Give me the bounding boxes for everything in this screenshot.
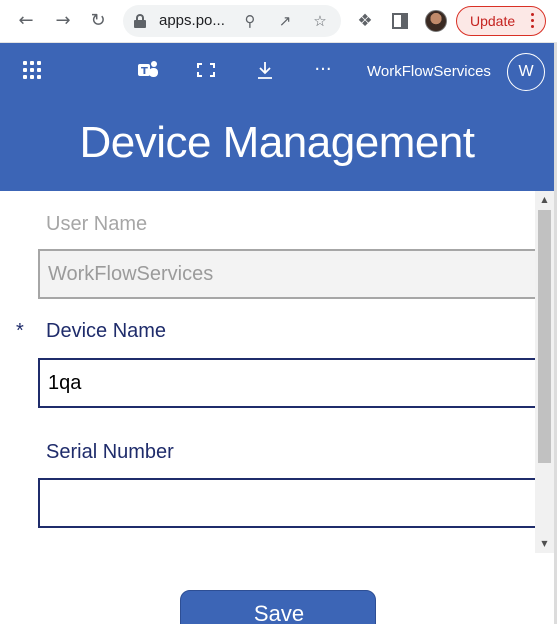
share-icon[interactable]: ↗	[274, 10, 296, 32]
device-name-label: Device Name	[46, 320, 167, 342]
app-header: T ··· WorkFlowServices W	[0, 43, 554, 100]
form-scrollbar[interactable]: ▲ ▼	[535, 191, 554, 553]
zoom-icon[interactable]: ⚲	[239, 10, 261, 32]
scroll-up-arrow-icon[interactable]: ▲	[535, 193, 554, 207]
user-avatar[interactable]: W	[507, 53, 545, 91]
forward-icon[interactable]: →	[51, 9, 75, 33]
serial-number-field[interactable]	[38, 478, 535, 528]
url-text[interactable]: apps.po...	[159, 12, 225, 29]
profile-avatar[interactable]	[425, 10, 447, 32]
scroll-thumb[interactable]	[538, 210, 551, 463]
side-panel-icon[interactable]	[388, 9, 412, 33]
extensions-puzzle-icon[interactable]: ❖	[353, 9, 377, 33]
update-label: Update	[470, 13, 516, 29]
title-band: Device Management	[0, 100, 554, 191]
app-launcher-waffle-icon[interactable]	[23, 61, 41, 79]
serial-number-label: Serial Number	[46, 441, 174, 463]
save-button[interactable]: Save	[180, 590, 376, 624]
reload-icon[interactable]: ↻	[86, 9, 110, 33]
download-icon[interactable]	[252, 57, 278, 83]
fit-to-screen-icon[interactable]	[196, 62, 216, 78]
more-vertical-icon[interactable]	[527, 10, 537, 32]
more-horizontal-icon[interactable]: ···	[310, 57, 336, 83]
header-user-name: WorkFlowServices	[367, 63, 491, 80]
save-label: Save	[253, 601, 305, 624]
page-title: Device Management	[79, 118, 475, 167]
update-button[interactable]: Update	[456, 6, 546, 36]
bookmark-star-icon[interactable]: ☆	[309, 10, 331, 32]
lock-icon[interactable]	[134, 14, 146, 28]
back-icon[interactable]: ←	[14, 9, 38, 33]
required-marker: *	[16, 320, 24, 342]
device-name-field[interactable]: 1qa	[38, 358, 535, 408]
device-form: User Name WorkFlowServices * Device Name…	[0, 191, 535, 624]
address-bar[interactable]: apps.po... ⚲ ↗ ☆	[123, 5, 341, 37]
scroll-down-arrow-icon[interactable]: ▼	[535, 537, 554, 551]
user-name-label: User Name	[46, 213, 148, 235]
browser-toolbar: ← → ↻ apps.po... ⚲ ↗ ☆ ❖ Update	[0, 0, 557, 43]
teams-icon[interactable]: T	[138, 61, 158, 79]
user-name-field: WorkFlowServices	[38, 249, 535, 299]
